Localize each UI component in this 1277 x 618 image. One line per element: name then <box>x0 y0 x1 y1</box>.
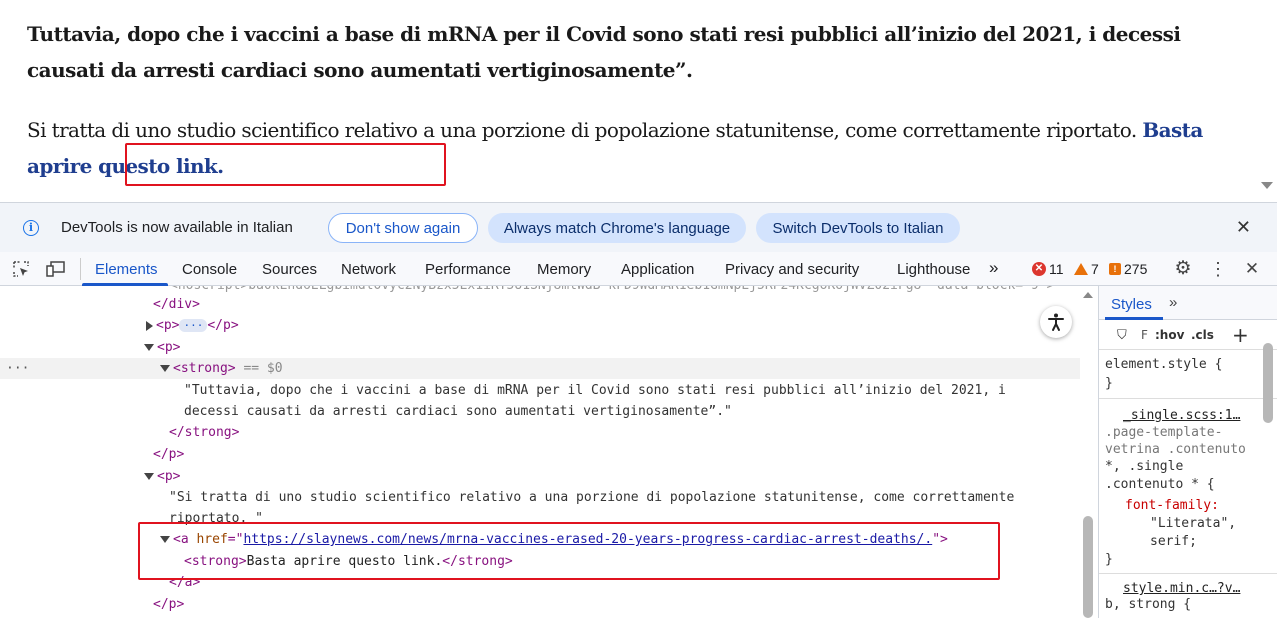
dom-line-truncated: <noscript>ba0kEhd6ELgbimdlOvyc2NyBzx5Ex1… <box>170 286 1054 296</box>
always-match-language-button[interactable]: Always match Chrome's language <box>488 213 746 243</box>
warning-count: 7 <box>1091 261 1099 277</box>
dom-line-p-close[interactable]: </p> <box>153 594 184 615</box>
tab-console[interactable]: Console <box>182 261 237 278</box>
styles-tab-bar: Styles » <box>1099 286 1277 320</box>
info-icon: i <box>23 219 39 236</box>
style-selector[interactable]: b, strong { <box>1105 595 1191 614</box>
styles-scrollbar-thumb[interactable] <box>1263 343 1273 423</box>
highlight-box-anchor <box>138 522 1000 580</box>
tab-memory[interactable]: Memory <box>537 261 591 278</box>
more-tabs-chevron-icon[interactable]: » <box>989 258 998 278</box>
tab-elements[interactable]: Elements <box>95 261 158 278</box>
elements-dom-tree[interactable]: <noscript>ba0kEhd6ELgbimdlOvyc2NyBzx5Ex1… <box>0 286 1098 618</box>
scroll-down-arrow-icon[interactable] <box>1261 182 1273 189</box>
scroll-up-arrow-icon[interactable] <box>1083 292 1093 298</box>
tab-performance[interactable]: Performance <box>425 261 511 278</box>
dollar-zero-marker: == $0 <box>243 361 283 376</box>
cls-toggle[interactable]: .cls <box>1191 328 1214 342</box>
collapse-caret-icon[interactable] <box>160 365 170 372</box>
error-count: 11 <box>1049 261 1064 277</box>
style-value[interactable]: serif; <box>1150 532 1197 551</box>
devtools-language-infobar: i DevTools is now available in Italian D… <box>0 202 1277 252</box>
article-paragraph-bold: Tuttavia, dopo che i vaccini a base di m… <box>27 22 1181 82</box>
switch-devtools-italian-button[interactable]: Switch DevTools to Italian <box>756 213 960 243</box>
dom-line-div-close[interactable]: </div> <box>153 294 200 315</box>
expand-caret-icon[interactable] <box>146 320 153 331</box>
error-counter[interactable]: ✕ 11 <box>1032 261 1064 277</box>
tab-sources[interactable]: Sources <box>262 261 317 278</box>
dom-text-node[interactable]: "Si tratta di uno studio scientifico rel… <box>169 487 1014 508</box>
devtools-tab-bar: Elements Console Sources Network Perform… <box>0 252 1277 286</box>
warning-icon <box>1074 263 1088 275</box>
dom-line-strong-close[interactable]: </strong> <box>169 422 239 443</box>
infobar-message: DevTools is now available in Italian <box>61 219 293 236</box>
style-value[interactable]: "Literata", <box>1150 514 1236 533</box>
collapse-caret-icon[interactable] <box>144 473 154 480</box>
issues-icon: ! <box>1109 263 1121 275</box>
rule-divider <box>1099 398 1277 399</box>
style-selector[interactable]: .contenuto * { <box>1105 475 1215 494</box>
rule-divider <box>1099 573 1277 574</box>
error-icon: ✕ <box>1032 262 1046 276</box>
dom-text-node[interactable]: decessi causati da arresti cardiaci sono… <box>184 401 732 422</box>
tab-lighthouse[interactable]: Lighthouse <box>897 261 970 278</box>
more-options-icon[interactable]: ⋮ <box>1209 260 1227 278</box>
issues-counter[interactable]: ! 275 <box>1109 261 1147 277</box>
highlight-box-article-link <box>125 143 446 186</box>
dom-text-node[interactable]: "Tuttavia, dopo che i vaccini a base di … <box>184 380 1006 401</box>
collapse-caret-icon[interactable] <box>144 344 154 351</box>
tab-application[interactable]: Application <box>621 261 694 278</box>
dom-line-p-open[interactable]: <p> <box>144 337 180 358</box>
dom-line-p-collapsed[interactable]: <p> ··· </p> <box>146 315 239 336</box>
filter-input[interactable]: F <box>1141 328 1148 342</box>
style-selector[interactable]: *, .single <box>1105 457 1183 476</box>
style-brace: } <box>1105 552 1113 567</box>
more-tabs-chevron-icon[interactable]: » <box>1169 294 1177 311</box>
device-toolbar-icon[interactable] <box>46 260 65 278</box>
filter-icon[interactable]: ⛉ <box>1117 328 1127 343</box>
add-rule-icon[interactable]: + <box>1232 323 1249 347</box>
dom-scrollbar-thumb[interactable] <box>1083 516 1093 618</box>
ellipsis-badge[interactable]: ··· <box>179 319 208 332</box>
issues-count: 275 <box>1124 261 1148 277</box>
accessibility-icon[interactable] <box>1040 306 1072 338</box>
dom-line-p-close[interactable]: </p> <box>153 444 184 465</box>
hov-toggle[interactable]: :hov <box>1155 328 1184 342</box>
article-paragraph-text: Si tratta di uno studio scientifico rela… <box>27 118 1137 142</box>
warning-counter[interactable]: 7 <box>1074 261 1099 277</box>
close-icon[interactable]: ✕ <box>1236 217 1251 238</box>
row-dots-icon[interactable]: ··· <box>6 358 29 379</box>
dont-show-again-button[interactable]: Don't show again <box>328 213 478 243</box>
inspect-element-icon[interactable] <box>12 260 30 278</box>
tab-styles[interactable]: Styles <box>1111 296 1152 313</box>
style-selector[interactable]: element.style { <box>1105 355 1222 374</box>
dom-line-p-open[interactable]: <p> <box>144 466 180 487</box>
article-viewport: Tuttavia, dopo che i vaccini a base di m… <box>0 0 1277 202</box>
styles-pane: Styles » ⛉ F :hov .cls + element.style {… <box>1098 286 1277 618</box>
toolbar-divider <box>80 258 81 280</box>
gear-icon[interactable]: ⚙ <box>1174 259 1192 278</box>
style-brace: } <box>1105 376 1113 391</box>
styles-filter-bar: ⛉ F :hov .cls + <box>1099 320 1277 350</box>
style-property[interactable]: font-family: <box>1125 496 1219 515</box>
dom-line-strong-selected[interactable]: ··· <strong> == $0 <box>0 358 1080 379</box>
tab-network[interactable]: Network <box>341 261 396 278</box>
close-devtools-icon[interactable]: ✕ <box>1243 260 1261 278</box>
tab-privacy-and-security[interactable]: Privacy and security <box>725 261 859 278</box>
